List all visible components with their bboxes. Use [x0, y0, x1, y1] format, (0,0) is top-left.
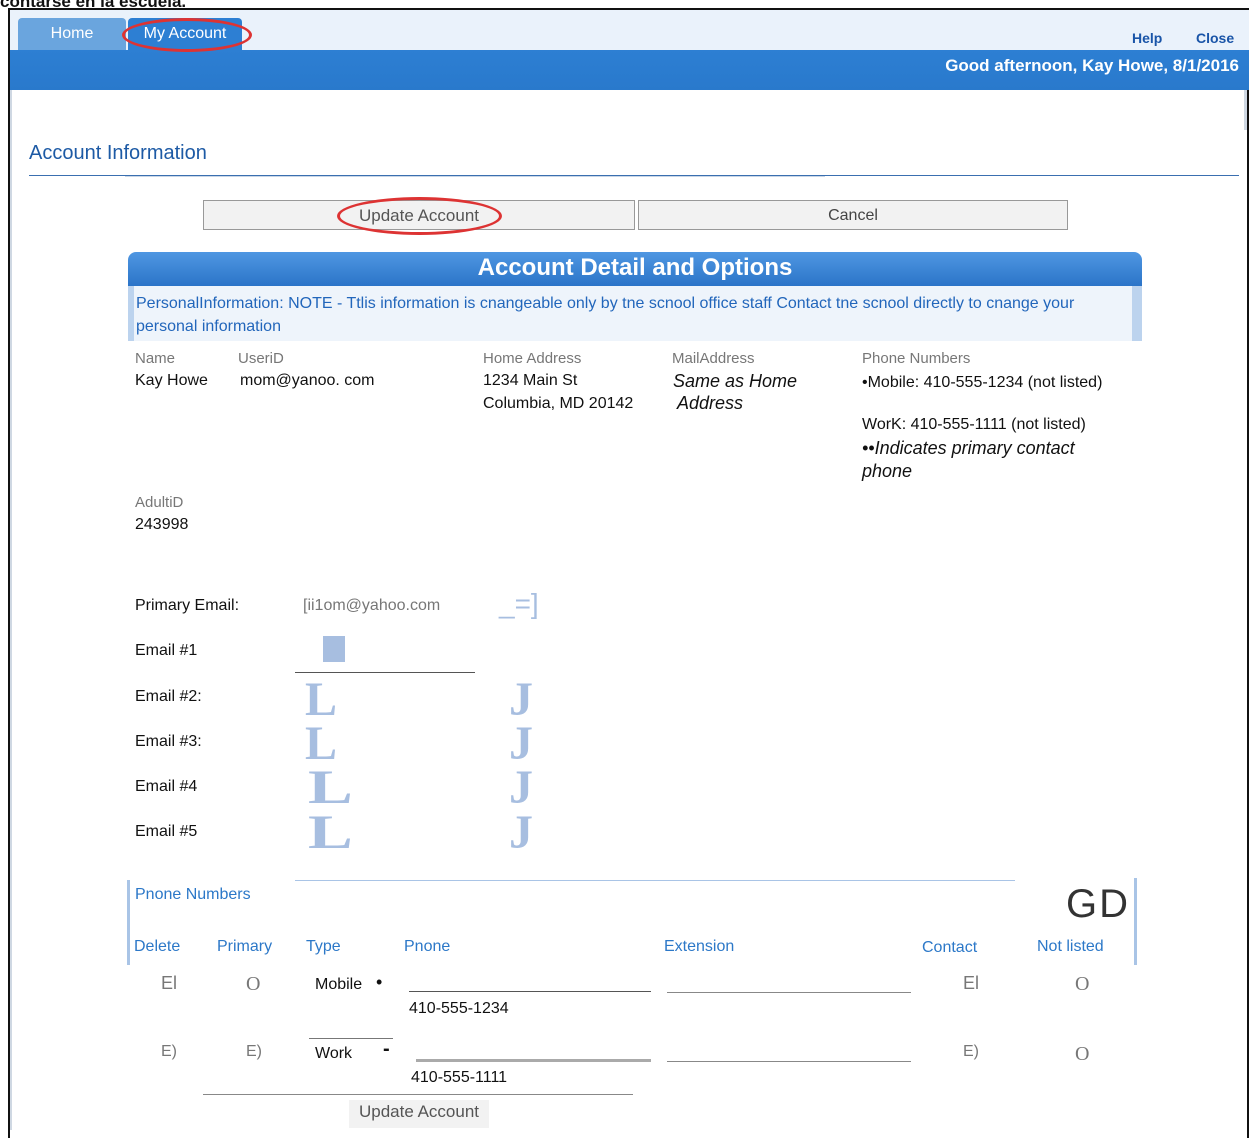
phone-work-info: WorK: 410-555-1111 (not listed): [862, 416, 1086, 433]
home-address-line2: Columbia, MD 20142: [483, 395, 634, 412]
primary-email-input[interactable]: [ii1om@yahoo.com: [303, 597, 440, 615]
email-4-input-end: J: [509, 761, 533, 814]
col-delete: Delete: [134, 938, 181, 955]
primary-email-field-end: _=]: [499, 588, 539, 619]
primary-radio[interactable]: E): [246, 1043, 262, 1061]
type-select-arrow: -: [383, 1038, 390, 1060]
email-5-label: Email #5: [135, 823, 198, 840]
extension-input[interactable]: [667, 992, 911, 993]
type-select-top-rule: [309, 1038, 393, 1039]
not-listed-radio[interactable]: O: [1075, 973, 1089, 996]
home-address-line1: 1234 Main St: [483, 372, 578, 389]
primary-radio[interactable]: O: [246, 973, 260, 996]
phone-mobile-info: •Mobile: 410-555-1234 (not listed): [862, 374, 1103, 391]
email-5-input[interactable]: L: [308, 809, 353, 857]
name-value: Kay Howe: [135, 372, 208, 389]
tab-home[interactable]: Home: [18, 18, 126, 50]
panel-title: Account Detail and Options: [477, 254, 793, 281]
mail-address-line2: Address: [677, 393, 744, 413]
col-extension: Extension: [664, 938, 735, 955]
mail-address-label: MailAddress: [672, 350, 755, 367]
right-rail: [1244, 90, 1247, 130]
primary-phone-note: ••Indicates primary contact phone: [862, 438, 1075, 481]
delete-checkbox[interactable]: E): [161, 1043, 177, 1061]
userid-label: UseriD: [238, 350, 284, 367]
col-primary: Primary: [217, 938, 273, 955]
adultid-value: 243998: [135, 516, 189, 533]
phone-numbers-label: Phone Numbers: [862, 350, 971, 367]
email-1-label: Email #1: [135, 642, 198, 659]
left-rail: [10, 90, 12, 1130]
sub-divider: [125, 176, 825, 177]
contact-checkbox[interactable]: E): [963, 1043, 979, 1061]
highlight-oval-tab: [122, 18, 252, 52]
phones-right-bar: [1134, 878, 1137, 965]
type-select[interactable]: Mobile: [315, 976, 362, 994]
col-type: Type: [306, 938, 341, 955]
gd-text: GD: [1066, 882, 1130, 926]
window-frame: [8, 8, 1249, 1138]
close-link[interactable]: Close: [1196, 30, 1234, 46]
phone-input-underline: [409, 991, 651, 992]
greeting-text: Good afternoon, Kay Howe, 8/1/2016: [945, 56, 1239, 75]
email-3-label: Email #3:: [135, 733, 202, 750]
not-listed-radio[interactable]: O: [1075, 1043, 1089, 1066]
phone-input[interactable]: 410-555-1111: [411, 1069, 507, 1087]
phones-top-rule: [295, 880, 1015, 881]
highlight-oval-update: [337, 197, 502, 235]
personal-info-note: PersonalInformation: NOTE - Ttlis inform…: [136, 295, 1075, 335]
phone-input-underline: [416, 1059, 651, 1062]
help-link[interactable]: Help: [1132, 30, 1162, 46]
col-contact: Contact: [922, 939, 978, 956]
email-1-input[interactable]: [323, 636, 345, 662]
delete-checkbox[interactable]: El: [161, 973, 177, 994]
cancel-button[interactable]: Cancel: [638, 200, 1068, 230]
bottom-update-account-button[interactable]: Update Account: [349, 1100, 489, 1128]
home-address-label: Home Address: [483, 350, 582, 367]
mail-address-line1: Same as Home: [673, 371, 798, 391]
userid-value: mom@yanoo. com: [240, 372, 375, 389]
phones-left-bar: [127, 880, 130, 965]
type-select[interactable]: Work: [315, 1045, 352, 1063]
primary-email-label: Primary Email:: [135, 597, 240, 614]
page-title: Account Information: [29, 142, 207, 164]
email-5-input-end: J: [509, 806, 533, 859]
name-label: Name: [135, 350, 176, 367]
email-4-input[interactable]: L: [308, 764, 353, 812]
type-select-arrow: •: [376, 972, 383, 992]
col-phone: Pnone: [404, 938, 451, 955]
extension-input[interactable]: [667, 1061, 911, 1062]
email-4-label: Email #4: [135, 778, 198, 795]
bottom-rule: [203, 1094, 633, 1095]
adultid-label: AdultiD: [135, 494, 184, 511]
phone-input[interactable]: 410-555-1234: [409, 1000, 509, 1018]
phones-section-label: Pnone Numbers: [135, 886, 251, 903]
col-not-listed: Not listed: [1037, 938, 1104, 955]
contact-checkbox[interactable]: El: [963, 973, 979, 994]
email-2-label: Email #2:: [135, 688, 202, 705]
